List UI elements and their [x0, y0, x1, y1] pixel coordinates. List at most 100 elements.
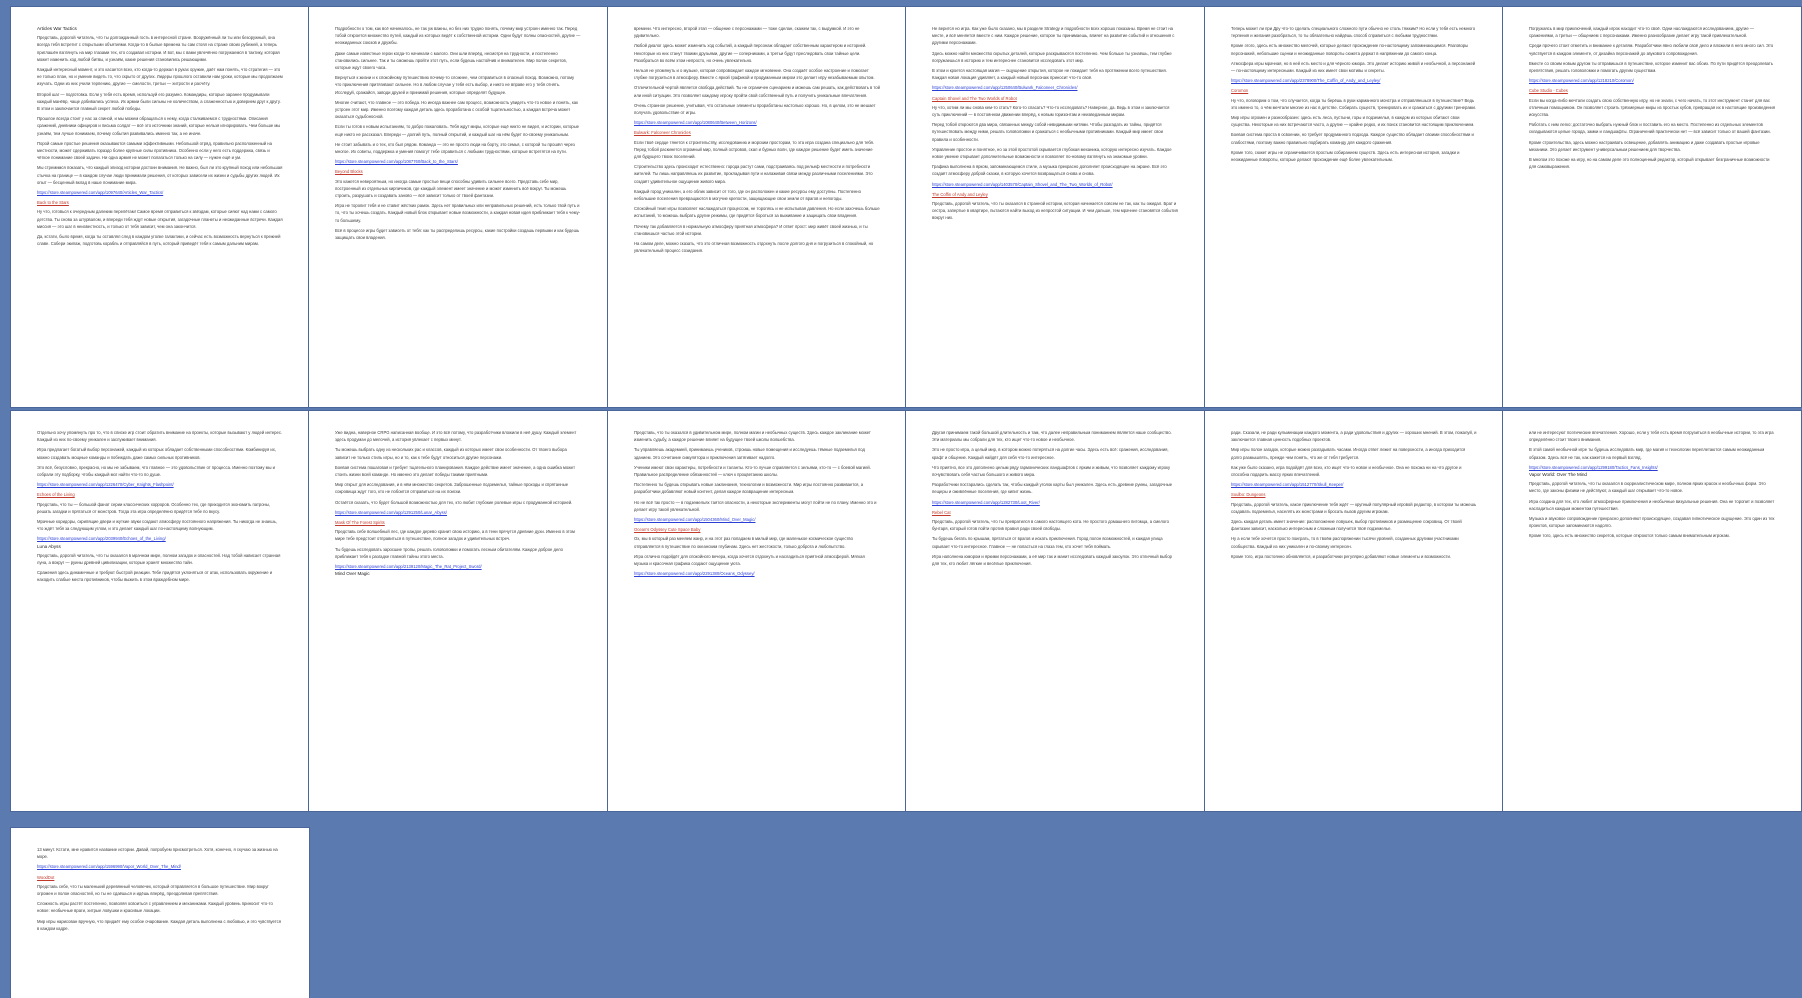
paragraph: Многие считают, что главное — это победа…	[335, 99, 578, 120]
paragraph: Представь, дорогой читатель, что ты оказ…	[1529, 481, 1766, 494]
paragraph: Вместе со своим новым другом ты отправиш…	[1529, 60, 1773, 74]
paragraph: Но не всё так просто — в подземельях тая…	[634, 499, 877, 512]
paragraph: Мрачные коридоры, скрипящие двери и жутк…	[37, 519, 277, 532]
paragraph: Каждый интересный момент, и это касается…	[37, 67, 283, 87]
document-page: Не верится но игра. Как уже было сказано…	[906, 7, 1204, 407]
paragraph: Игра отлично подойдёт для спокойного веч…	[634, 553, 865, 567]
store-link[interactable]: https://store.steampowered.com/app/23789…	[1231, 77, 1477, 84]
store-link[interactable]: https://store.steampowered.com/app/21391…	[335, 563, 581, 570]
paragraph: Спокойный темп игры позволяет наслаждать…	[634, 206, 880, 219]
paragraph: или не интересуют поэтические впечатлени…	[1529, 430, 1774, 443]
section-heading: Soulbo: Dungeons	[1231, 492, 1266, 498]
paragraph: Ты управляешь академией, принимаешь учен…	[634, 447, 865, 460]
paragraph: Кроме строительства, здесь можно настраи…	[1529, 139, 1760, 152]
paragraph: В этом и кроется настоящая магия — ощуще…	[932, 68, 1167, 81]
paragraph: Вернуться к жизни и к спокойному путешес…	[335, 75, 575, 95]
paragraph: Отдельно хочу упомянуть про то, что в сп…	[37, 430, 283, 443]
paragraph: Перед тобой откроются два мира, связанны…	[932, 122, 1163, 142]
paragraph: Как уже было сказано, игра подойдёт для …	[1231, 464, 1462, 478]
paragraph: Представь, дорогой читатель, что ты оказ…	[932, 201, 1178, 221]
paragraph: Это кажется невероятным, но иногда самые…	[335, 178, 567, 199]
paragraph: Разработчики постарались сделать так, чт…	[932, 482, 1173, 495]
paragraph: Любой диалог здесь может изменить ход со…	[634, 43, 867, 63]
title-line: Articles War Tactics	[37, 26, 77, 31]
paragraph: Ну а если тебе хочется просто поиграть, …	[1231, 536, 1459, 549]
paragraph: Если вы когда-либо мечтали создать свою …	[1529, 97, 1776, 118]
paragraph: Да, кстати, было время, когда ты оставля…	[37, 234, 281, 247]
paragraph: Подробности о том, как всё начиналось, н…	[335, 26, 581, 46]
store-link[interactable]: https://store.steampowered.com/app/10877…	[335, 158, 581, 165]
title-line: Mind Over Magic	[335, 571, 370, 577]
document-page: времени. Что интересно, второй этап — об…	[608, 7, 906, 407]
document-page: Теперь может ли при Дру что-то сделать с…	[1205, 7, 1503, 407]
paragraph: Ученики имеют свои характеры, потребност…	[634, 464, 871, 478]
paragraph: Второй шаг — подготовка. Если у тебя ест…	[37, 91, 281, 112]
paragraph: Мы стремимся показать, что каждый эпизод…	[37, 165, 283, 185]
document-page: или не интересуют поэтические впечатлени…	[1503, 411, 1801, 811]
store-link[interactable]: https://store.steampowered.com/app/12182…	[1529, 77, 1775, 84]
paragraph: Представь, дорогой читатель, что ты прев…	[932, 519, 1169, 532]
store-link[interactable]: https://store.steampowered.com/app/12264…	[37, 481, 283, 488]
paragraph: Сложность игры растёт постепенно, позвол…	[37, 901, 273, 914]
store-link[interactable]: https://store.steampowered.com/app/10976…	[37, 189, 283, 196]
paragraph: Порой самые простые решения оказываются …	[37, 140, 272, 161]
paragraph: Погружаясь в мир приключений, каждый игр…	[1529, 26, 1755, 39]
store-link[interactable]: https://store.steampowered.com/app/12991…	[1529, 464, 1775, 471]
paragraph: Работать с ним легко: достаточно выбрать…	[1529, 122, 1771, 135]
paragraph: Представь, что ты оказался в удивительно…	[634, 430, 871, 443]
store-link[interactable]: https://store.steampowered.com/app/22913…	[634, 570, 880, 577]
store-link[interactable]: https://store.steampowered.com/app/12827…	[932, 499, 1178, 506]
document-page: Представь, что ты оказался в удивительно…	[608, 411, 906, 811]
section-heading: Coromon	[1231, 88, 1249, 94]
paragraph: Мир игры полон загадок, которые можно ра…	[1231, 447, 1466, 460]
paragraph: Ну что, хотим ли мы снова кем-то стать? …	[932, 104, 1170, 118]
paragraph: Ну что, поговорим о том, что случается, …	[1231, 97, 1477, 110]
paragraph: Боевая система пошаговая и требует тщате…	[335, 464, 576, 478]
paragraph: Игра предлагает богатый выбор персонажей…	[37, 447, 276, 460]
paragraph: Представь себе, что ты маленький деревян…	[37, 883, 269, 897]
store-link[interactable]: https://store.steampowered.com/app/10806…	[634, 119, 880, 126]
paragraph: 13 минут. Кстати, мне нравится название …	[37, 847, 278, 860]
section-heading: Rebel Cat	[932, 509, 951, 515]
document-page: Articles War Tactics Представь, дорогой ч…	[11, 7, 309, 407]
paragraph: Сражения здесь динамичные и требуют быст…	[37, 570, 273, 583]
paragraph: На самом деле, можно сказать, что это от…	[634, 241, 874, 254]
paragraph: Ты можешь выбрать одну из нескольких рас…	[335, 447, 567, 460]
paragraph: Здесь каждая деталь имеет значение: расп…	[1231, 519, 1462, 532]
title-line: Luna Abyss	[37, 543, 61, 549]
section-heading: Bulwark: Falconeer Chronicles	[634, 130, 691, 136]
paragraph: Не верится но игра. Как уже было сказано…	[932, 26, 1175, 46]
store-link[interactable]: https://store.steampowered.com/app/20399…	[37, 535, 283, 542]
document-page: Уже видна, наверное CRPG написанная вооб…	[309, 411, 607, 811]
document-viewer: Articles War Tactics Представь, дорогой ч…	[0, 0, 1802, 998]
paragraph: Игра создана для тех, кто любит атмосфер…	[1529, 498, 1775, 511]
paragraph: Очень странное решение, учитывая, что ос…	[634, 102, 876, 116]
paragraph: Это не просто игра, а целый мир, в котор…	[932, 447, 1169, 460]
paragraph: Ну что, готовься к очередным далеким пер…	[37, 209, 283, 229]
document-page: 13 минут. Кстати, мне нравится название …	[11, 828, 309, 998]
document-page: ради. Сказали, не ради кульминации каждо…	[1205, 411, 1503, 811]
section-heading: Cube Studio - Cubes	[1529, 88, 1568, 94]
paragraph: Почему так добавляется в нормальную атмо…	[634, 223, 868, 236]
paragraph: Мир игры огромен и разнообразен: здесь е…	[1231, 115, 1475, 128]
store-link[interactable]: https://store.steampowered.com/app/15969…	[37, 863, 283, 870]
paragraph: Даже самые известные герои когда-то начи…	[335, 50, 567, 71]
section-heading: Captain Shovel and The Two Worlds of Rob…	[932, 95, 1017, 101]
store-link[interactable]: https://store.steampowered.com/app/12912…	[335, 509, 581, 516]
paragraph: Всё в процессе игры будет зависеть от те…	[335, 227, 580, 241]
store-link[interactable]: https://store.steampowered.com/app/14035…	[932, 181, 1178, 188]
store-link[interactable]: https://store.steampowered.com/app/15127…	[1231, 481, 1477, 488]
section-heading: Ocean's Odyssey Cute Space Baby	[634, 527, 701, 533]
document-page: Подробности о том, как всё начиналось, н…	[309, 7, 607, 407]
store-link[interactable]: https://store.steampowered.com/app/12506…	[932, 84, 1178, 91]
paragraph: Теперь может ли при Дру что-то сделать с…	[1231, 26, 1476, 39]
paragraph: В многом это похоже на игру, но на самом…	[1529, 157, 1770, 170]
paragraph: Представь себе волшебный лес, где каждое…	[335, 529, 575, 542]
paragraph: Представь, дорогой читатель, что ты долг…	[37, 35, 280, 62]
paragraph: Другая принимаем такой большой длительно…	[932, 430, 1172, 443]
paragraph: Управление простое и понятное, но за это…	[932, 146, 1172, 160]
store-link[interactable]: https://store.steampowered.com/app/15043…	[634, 516, 880, 523]
paragraph: Ты будешь бегать по крышам, прятаться от…	[932, 536, 1163, 549]
paragraph: Графика выполнена в ярком, запоминающемс…	[932, 164, 1167, 177]
paragraph: Здесь можно найти множество скрытых дета…	[932, 50, 1172, 63]
